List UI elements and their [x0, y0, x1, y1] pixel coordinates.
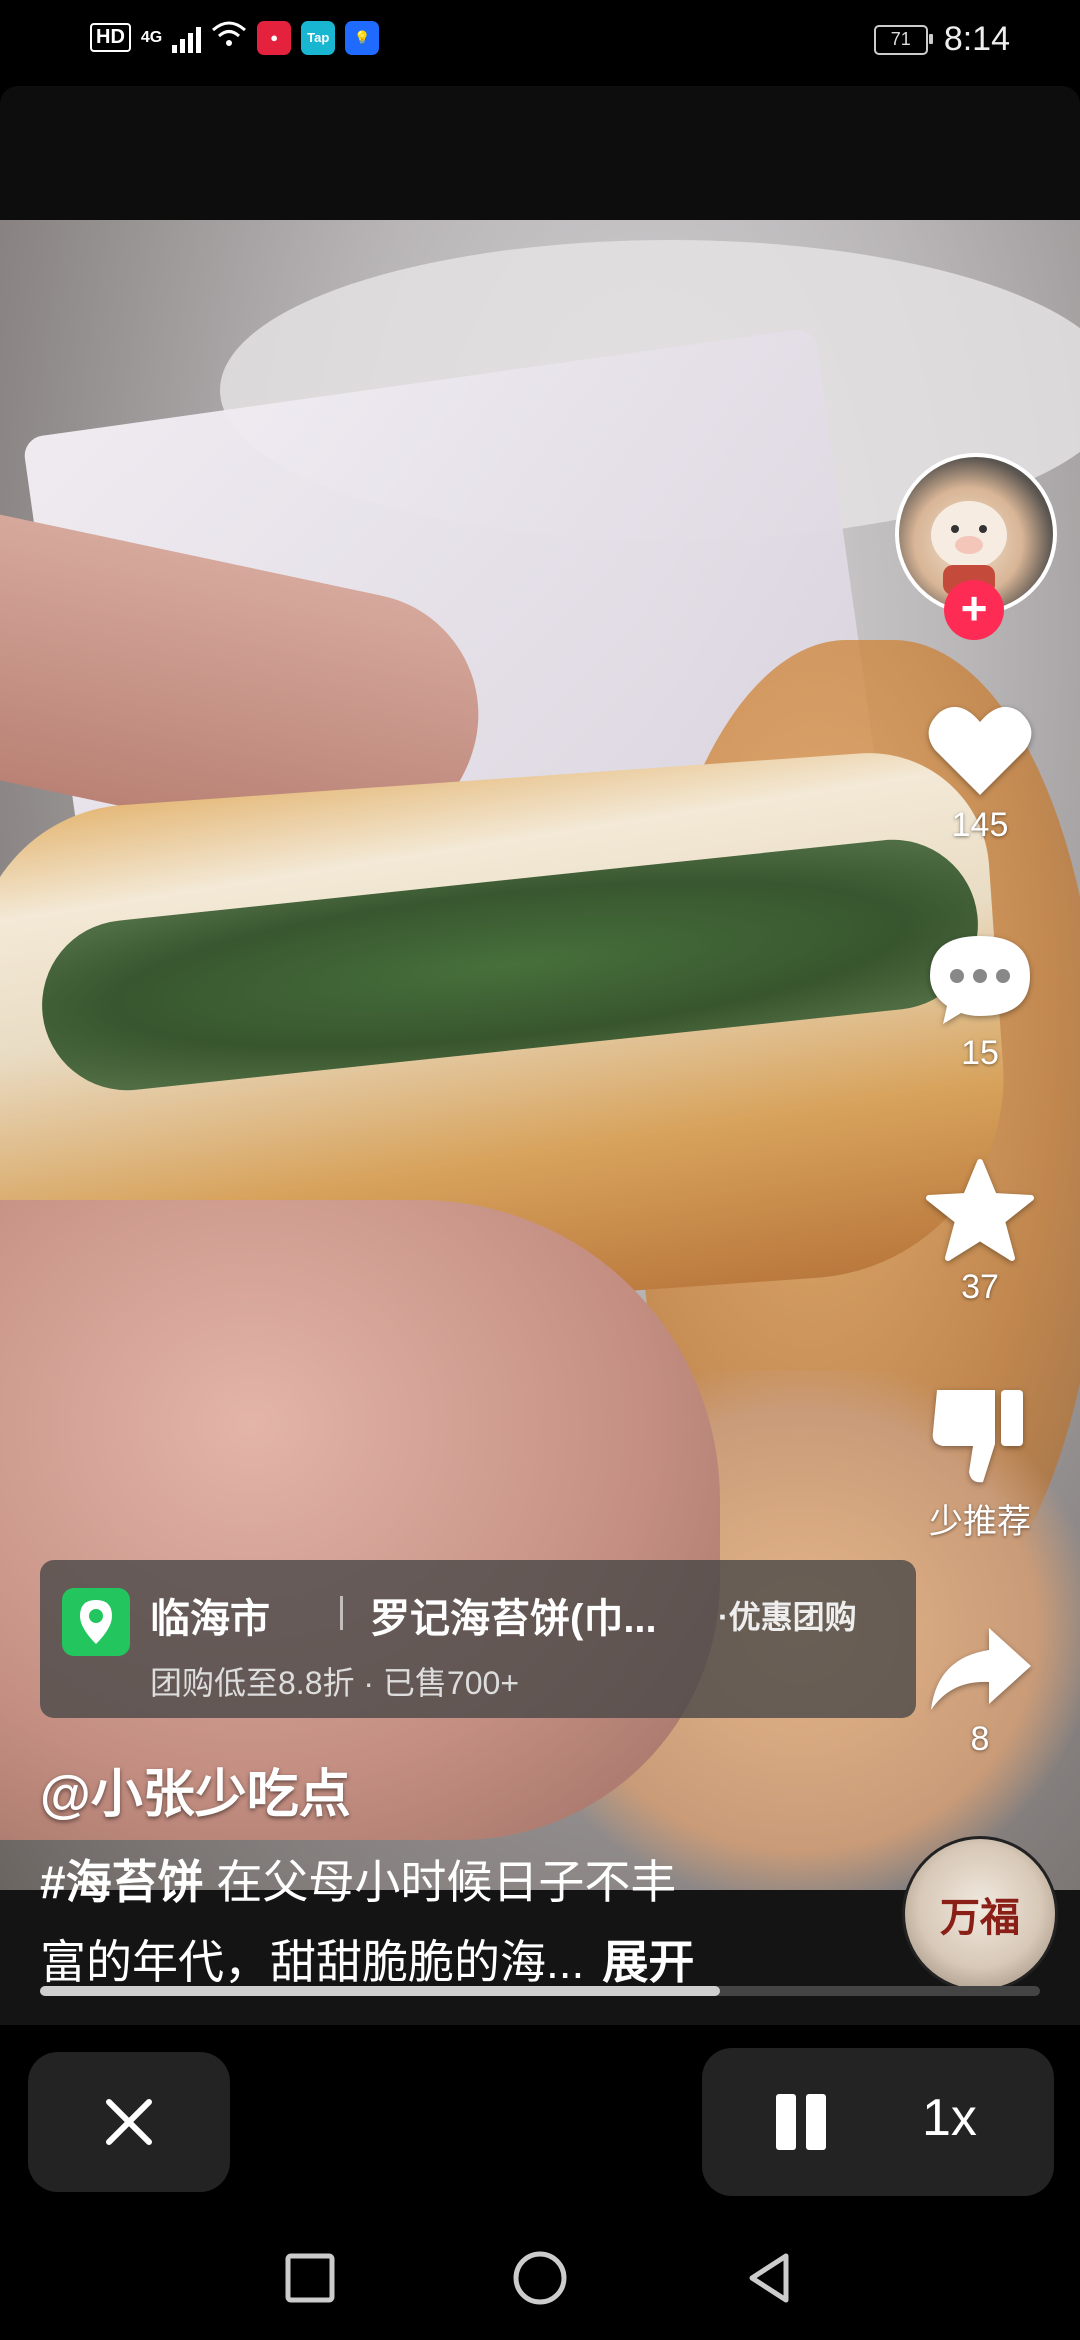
share-count: 8	[970, 1720, 990, 1758]
location-shop-name: 罗记海苔饼(巾...	[370, 1597, 657, 1641]
music-disc[interactable]: 万福	[902, 1836, 1058, 1992]
description-line2: 富的年代，甜甜脆脆的海...	[40, 1936, 585, 1988]
not-interested-button[interactable]: 少推荐	[895, 1384, 1065, 1543]
recent-apps-button[interactable]	[280, 2248, 340, 2308]
back-button[interactable]	[740, 2248, 800, 2308]
status-bar: HD 4G ● Tap 💡 71 8:14	[0, 0, 1080, 84]
close-button[interactable]	[28, 2052, 230, 2192]
network-type: 4G	[140, 28, 163, 46]
location-pin-icon	[62, 1588, 130, 1656]
video-top-letterbox	[0, 86, 1080, 220]
like-count: 145	[951, 806, 1009, 844]
author-name[interactable]: @小张少吃点	[40, 1752, 351, 1827]
thumb-image	[0, 1200, 720, 1840]
app-icon-red: ●	[257, 20, 292, 55]
not-interested-label: 少推荐	[929, 1503, 1031, 1541]
follow-button[interactable]: +	[944, 580, 1004, 640]
group-buy-info: 团购低至8.8折 · 已售700+	[150, 1665, 520, 1701]
expand-button[interactable]: 展开	[602, 1936, 694, 1988]
favorite-button[interactable]: 37	[895, 1158, 1065, 1307]
pause-button[interactable]	[772, 2094, 828, 2150]
comment-count: 15	[961, 1034, 999, 1072]
close-icon	[106, 2099, 152, 2145]
home-button[interactable]	[510, 2248, 570, 2308]
system-nav-bar	[0, 2220, 1080, 2340]
comment-button[interactable]: 15	[895, 928, 1065, 1073]
location-city: 临海市	[150, 1597, 270, 1641]
heart-icon	[928, 706, 1032, 795]
hashtag-link[interactable]: #海苔饼	[40, 1856, 204, 1908]
star-icon	[926, 1159, 1034, 1261]
post-description: #海苔饼 在父母小时候日子不丰 富的年代，甜甜脆脆的海... 展开	[40, 1842, 760, 2002]
like-button[interactable]: 145	[895, 700, 1065, 845]
playback-speed-button[interactable]: 1x	[922, 2088, 977, 2148]
comment-bubble-icon	[930, 936, 1030, 1024]
favorite-count: 37	[961, 1268, 999, 1306]
app-icon-tap: Tap	[301, 20, 336, 55]
pause-icon-bar-left	[776, 2094, 796, 2150]
playback-controls: 1x	[702, 2048, 1054, 2196]
signal-icon	[172, 23, 202, 53]
thumbs-down-icon	[932, 1390, 1023, 1483]
description-line1: 在父母小时候日子不丰	[203, 1856, 677, 1908]
video-progress-bar[interactable]	[40, 1986, 1040, 1996]
video-progress-fill	[40, 1986, 720, 1996]
circle-icon	[513, 2251, 567, 2305]
clock: 8:14	[943, 20, 1010, 58]
wifi-icon	[211, 20, 247, 55]
pause-icon-bar-right	[806, 2094, 826, 2150]
square-icon	[285, 2253, 335, 2303]
location-divider	[340, 1596, 343, 1630]
lightbulb-app-icon: 💡	[345, 20, 380, 55]
battery-icon: 71	[873, 24, 933, 55]
location-card[interactable]: 临海市 罗记海苔饼(巾... ·优惠团购 团购低至8.8折 · 已售700+	[40, 1560, 916, 1718]
hd-indicator: HD	[90, 23, 131, 52]
back-triangle-icon	[749, 2253, 789, 2303]
group-buy-tag: ·优惠团购	[718, 1599, 857, 1635]
share-arrow-icon	[931, 1628, 1031, 1710]
share-button[interactable]: 8	[895, 1624, 1065, 1759]
